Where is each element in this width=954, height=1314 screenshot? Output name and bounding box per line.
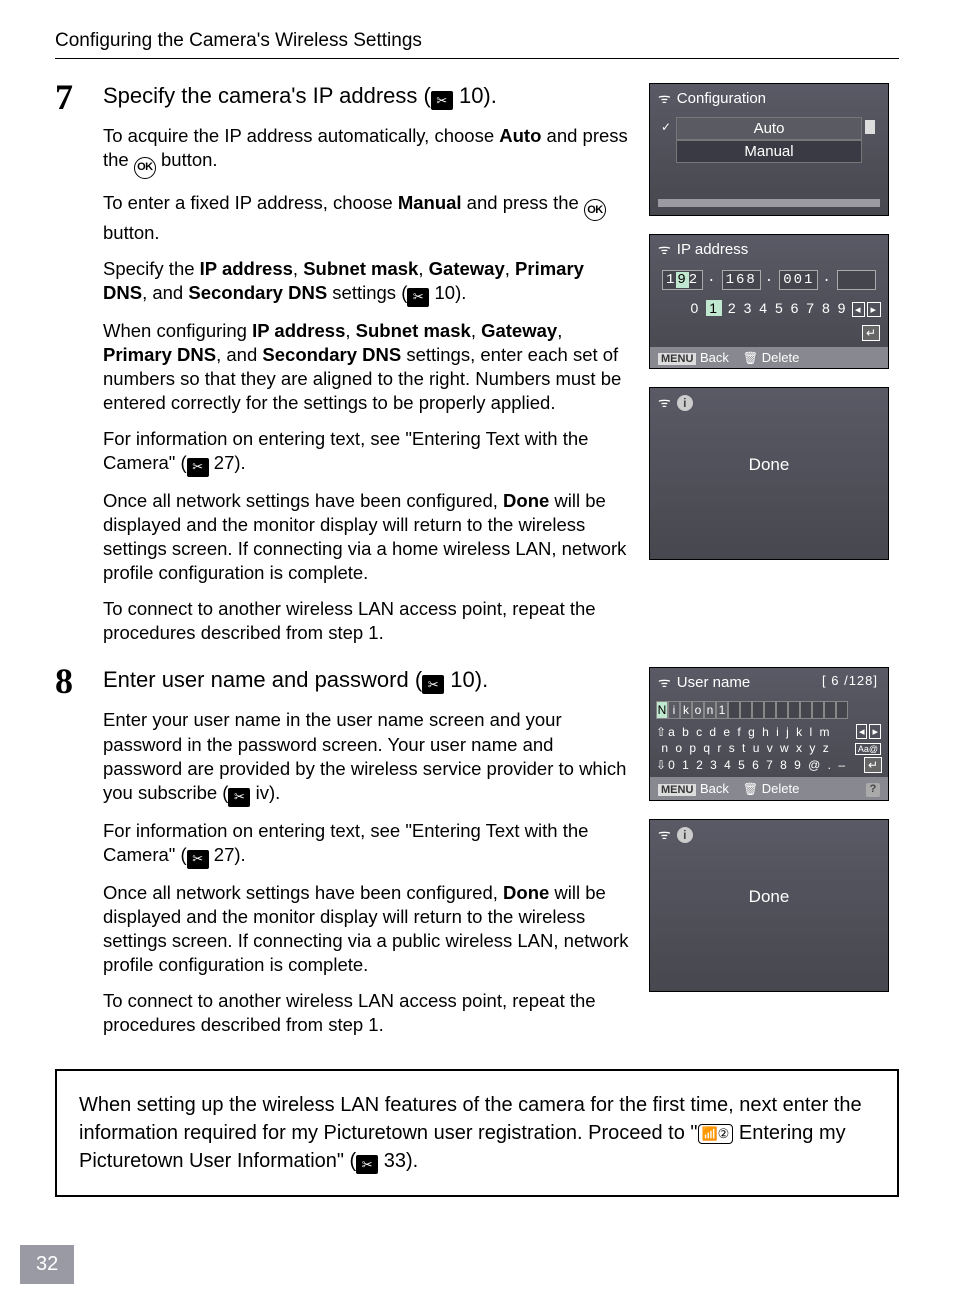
- step8-p1: Enter your user name in the user name sc…: [103, 708, 631, 806]
- scroll-indicator: [865, 120, 875, 134]
- keyboard-row-3: ⇩0 1 2 3 4 5 6 7 8 9 @ . –↵: [650, 756, 888, 777]
- antenna-icon: ᯤ: [658, 825, 671, 844]
- info-icon: i: [677, 395, 693, 411]
- info-icon: i: [677, 827, 693, 843]
- screen-done-1: ᯤ i Done: [649, 387, 889, 560]
- char-counter: [ 6 /128]: [822, 673, 878, 688]
- right-arrow-icon: ▸: [867, 302, 881, 317]
- screen-done-2: ᯤ i Done: [649, 819, 889, 992]
- wrench-icon: ✂: [187, 850, 209, 869]
- trash-icon: 🗑: [743, 782, 758, 796]
- antenna-icon: ᯤ: [658, 393, 671, 412]
- step8-title: Enter user name and password (✂ 10).: [103, 667, 631, 694]
- menu-tag: MENU: [658, 353, 696, 365]
- help-icon: ?: [866, 783, 880, 797]
- page-header: Configuring the Camera's Wireless Settin…: [55, 30, 899, 59]
- right-arrow-icon: ▸: [869, 724, 881, 739]
- wrench-icon: ✂: [407, 288, 429, 307]
- menu-tag: MENU: [658, 784, 696, 796]
- wrench-icon: ✂: [431, 91, 453, 110]
- wrench-icon: ✂: [356, 1155, 378, 1174]
- case-toggle-icon: Aa@: [855, 743, 881, 755]
- left-arrow-icon: ◂: [856, 724, 868, 739]
- enter-icon: ↵: [864, 757, 882, 773]
- step7-p2: To enter a fixed IP address, choose Manu…: [103, 191, 631, 245]
- step7-p1: To acquire the IP address automatically,…: [103, 124, 631, 178]
- ok-icon: OK: [584, 199, 606, 221]
- step7-p4: When configuring IP address, Subnet mask…: [103, 319, 631, 415]
- check-icon: ✓: [661, 120, 671, 134]
- keyboard-row-1: ⇧a b c d e f g h i j k l m◂▸: [650, 723, 888, 740]
- antenna-icon: ᯤ: [658, 89, 671, 108]
- wrench-icon: ✂: [187, 458, 209, 477]
- step8-p3: Once all network settings have been conf…: [103, 881, 631, 977]
- ok-icon: OK: [134, 157, 156, 179]
- enter-icon: ↵: [862, 325, 880, 341]
- screen-username: ᯤUser name[ 6 /128] Nikon1 ⇧a b c d e f …: [649, 667, 889, 801]
- step7-p5: For information on entering text, see "E…: [103, 427, 631, 477]
- number-picker: 0 1 2 3 4 5 6 7 8 9 ◂▸: [650, 296, 888, 320]
- step7-p3: Specify the IP address, Subnet mask, Gat…: [103, 257, 631, 307]
- step8-p4: To connect to another wireless LAN acces…: [103, 989, 631, 1037]
- step8-p2: For information on entering text, see "E…: [103, 819, 631, 869]
- screen-ip-address: ᯤIP address 192. 168. 001. 0 1 2 3 4 5 6…: [649, 234, 889, 369]
- trash-icon: 🗑: [743, 351, 758, 365]
- wlan-step-icon: 📶②: [698, 1124, 734, 1144]
- ip-value: 192. 168. 001.: [650, 264, 888, 296]
- step-number-8: 8: [55, 663, 103, 699]
- wrench-icon: ✂: [228, 788, 250, 807]
- wrench-icon: ✂: [422, 675, 444, 694]
- config-option-auto: ✓ Auto: [676, 117, 862, 140]
- page-number: 32: [20, 1245, 74, 1284]
- keyboard-row-2: n o p q r s t u v w x y zAa@: [650, 740, 888, 756]
- antenna-icon: ᯤ: [658, 240, 671, 259]
- screen-configuration: ᯤConfiguration ✓ Auto Manual: [649, 83, 889, 216]
- step7-title: Specify the camera's IP address (✂ 10).: [103, 83, 631, 110]
- antenna-icon: ᯤ: [658, 673, 671, 692]
- step7-p7: To connect to another wireless LAN acces…: [103, 597, 631, 645]
- left-arrow-icon: ◂: [852, 302, 866, 317]
- config-option-manual: Manual: [676, 140, 862, 163]
- step7-p6: Once all network settings have been conf…: [103, 489, 631, 585]
- username-value: Nikon1: [650, 697, 888, 723]
- note-box: When setting up the wireless LAN feature…: [55, 1069, 899, 1197]
- step-number-7: 7: [55, 79, 103, 115]
